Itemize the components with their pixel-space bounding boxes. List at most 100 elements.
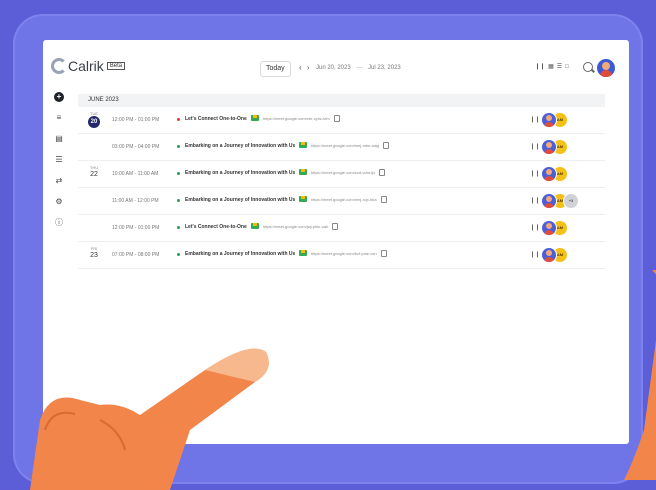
date-start: Jun 20, 2023 — [316, 65, 351, 71]
chevron-left-icon[interactable]: ‹ — [299, 63, 302, 72]
event-color-dot — [177, 118, 180, 121]
date-range[interactable]: Jun 20, 2023 — Jul 23, 2023 — [316, 61, 401, 75]
app-name: Calrik — [68, 58, 104, 74]
drag-handle-icon[interactable]: ❙❙ — [530, 224, 540, 231]
search-icon[interactable] — [583, 62, 593, 72]
day-number: 22 — [90, 171, 98, 178]
google-meet-icon[interactable] — [299, 196, 307, 202]
logo-icon — [51, 58, 67, 74]
google-meet-icon[interactable] — [299, 250, 307, 256]
calendar-icon[interactable]: ▦ — [548, 63, 554, 70]
event-time: 03:00 PM - 04:00 PM — [112, 144, 160, 150]
attendee-avatar: +3 — [563, 193, 579, 209]
meeting-link[interactable]: https://meet.google.com/mej-ndm-wag — [311, 143, 379, 148]
date-end: Jul 23, 2023 — [368, 65, 401, 71]
attendee-avatar — [541, 112, 557, 128]
meeting-link[interactable]: https://meet.google.com/mnj-rcjx-bka — [311, 197, 377, 202]
beta-badge: Beta — [106, 62, 126, 70]
google-meet-icon[interactable] — [299, 169, 307, 175]
attendee-avatar — [541, 193, 557, 209]
drag-handle-icon[interactable]: ❙❙ — [530, 251, 540, 258]
drag-handle-icon[interactable]: ❙❙ — [530, 170, 540, 177]
attendee-avatar — [541, 220, 557, 236]
side-nav: + ≡ ▤ ☰ ⇄ ⚙ ⓘ — [54, 92, 66, 239]
attendee-avatar — [541, 139, 557, 155]
copy-icon[interactable] — [332, 223, 338, 230]
agenda-list: JUNE 2023 TUE 20 12:00 PM - 01:00 PM Let's … — [78, 94, 605, 269]
event-title[interactable]: Let's Connect One-to-One — [185, 224, 247, 230]
copy-icon[interactable] — [334, 115, 340, 122]
event-time: 12:00 PM - 01:00 PM — [112, 117, 160, 123]
attendee-avatars[interactable]: AM +3 — [541, 193, 579, 209]
square-icon[interactable]: □ — [565, 64, 569, 70]
event-time: 10:00 AM - 11:00 AM — [112, 171, 159, 177]
event-row[interactable]: 03:00 PM - 04:00 PM Embarking on a Journe… — [78, 134, 605, 161]
event-time: 07:00 PM - 08:00 PM — [112, 252, 160, 258]
top-bar: Calrik Beta Today ‹ › Jun 20, 2023 — Jul… — [43, 40, 629, 94]
day-label: THU 22 — [85, 165, 103, 180]
attendee-avatar — [541, 247, 557, 263]
drag-handle-icon[interactable]: ❙❙ — [530, 197, 540, 204]
event-row[interactable]: TUE 20 12:00 PM - 01:00 PM Let's Connect On… — [78, 107, 605, 134]
attendee-avatars[interactable]: AM — [541, 112, 568, 128]
attendee-avatars[interactable]: AM — [541, 166, 568, 182]
meeting-link[interactable]: https://meet.google.com/zxd-vdm-fjx — [311, 170, 375, 175]
user-avatar[interactable] — [596, 58, 616, 78]
attendee-avatars[interactable]: AM — [541, 220, 568, 236]
help-icon[interactable]: ⓘ — [54, 218, 64, 228]
event-color-dot — [177, 253, 180, 256]
chevron-right-icon[interactable]: › — [307, 63, 310, 72]
meeting-link[interactable]: https://meet.google.com/bzf-pnie-cxn — [311, 251, 377, 256]
attendee-avatar — [541, 166, 557, 182]
copy-icon[interactable] — [381, 196, 387, 203]
day-label: FRI 23 — [85, 246, 103, 261]
event-row[interactable]: 12:00 PM - 01:00 PM Let's Connect One-to-… — [78, 215, 605, 242]
event-time: 12:00 PM - 01:00 PM — [112, 225, 160, 231]
event-color-dot — [177, 172, 180, 175]
drag-handle-icon[interactable]: ❙❙ — [530, 116, 540, 123]
event-time: 11:00 AM - 12:00 PM — [112, 198, 159, 204]
event-color-dot — [177, 145, 180, 148]
copy-icon[interactable] — [383, 142, 389, 149]
today-button[interactable]: Today — [260, 61, 291, 77]
attendee-avatars[interactable]: AM — [541, 247, 568, 263]
settings-icon[interactable]: ⚙ — [54, 197, 64, 207]
event-color-dot — [177, 226, 180, 229]
pointing-hand-illustration — [30, 348, 269, 490]
meeting-link[interactable]: https://meet.google.com/jwj-phkr-zab — [263, 224, 328, 229]
event-color-dot — [177, 199, 180, 202]
list-icon[interactable]: ☰ — [557, 63, 562, 70]
month-header: JUNE 2023 — [78, 94, 605, 107]
date-separator: — — [356, 65, 363, 71]
copy-icon[interactable] — [379, 169, 385, 176]
event-title[interactable]: Embarking on a Journey of Innovation wit… — [185, 197, 295, 203]
event-title[interactable]: Embarking on a Journey of Innovation wit… — [185, 170, 295, 176]
day-label: TUE 20 — [85, 111, 103, 128]
event-row[interactable]: FRI 23 07:00 PM - 08:00 PM Embarking on a J… — [78, 242, 605, 269]
event-title[interactable]: Embarking on a Journey of Innovation wit… — [185, 143, 295, 149]
day-number: 20 — [88, 116, 100, 128]
columns-icon[interactable]: ❙❙ — [535, 63, 545, 70]
calendar-nav-icon[interactable]: ▤ — [54, 134, 64, 144]
day-number: 23 — [90, 252, 98, 259]
google-meet-icon[interactable] — [251, 223, 259, 229]
view-switcher: ❙❙ ▦ ☰ □ — [535, 63, 569, 71]
meeting-link[interactable]: https://meet.google.com/xbr-xyhz-kfm — [263, 116, 330, 121]
hand-illustration — [624, 270, 656, 480]
date-nav: ‹ › — [299, 61, 310, 75]
app-logo[interactable]: Calrik Beta — [51, 58, 126, 74]
attendee-avatars[interactable]: AM — [541, 139, 568, 155]
copy-icon[interactable] — [381, 250, 387, 257]
day-of-week: TUE — [90, 111, 98, 116]
transfer-icon[interactable]: ⇄ — [54, 176, 64, 186]
google-meet-icon[interactable] — [251, 115, 259, 121]
event-title[interactable]: Let's Connect One-to-One — [185, 116, 247, 122]
add-icon[interactable]: + — [54, 92, 64, 102]
google-meet-icon[interactable] — [299, 142, 307, 148]
event-title[interactable]: Embarking on a Journey of Innovation wit… — [185, 251, 295, 257]
list-nav-icon[interactable]: ☰ — [54, 155, 64, 165]
sliders-icon[interactable]: ≡ — [54, 113, 64, 123]
drag-handle-icon[interactable]: ❙❙ — [530, 143, 540, 150]
event-row[interactable]: 11:00 AM - 12:00 PM Embarking on a Journe… — [78, 188, 605, 215]
event-row[interactable]: THU 22 10:00 AM - 11:00 AM Embarking on a J… — [78, 161, 605, 188]
